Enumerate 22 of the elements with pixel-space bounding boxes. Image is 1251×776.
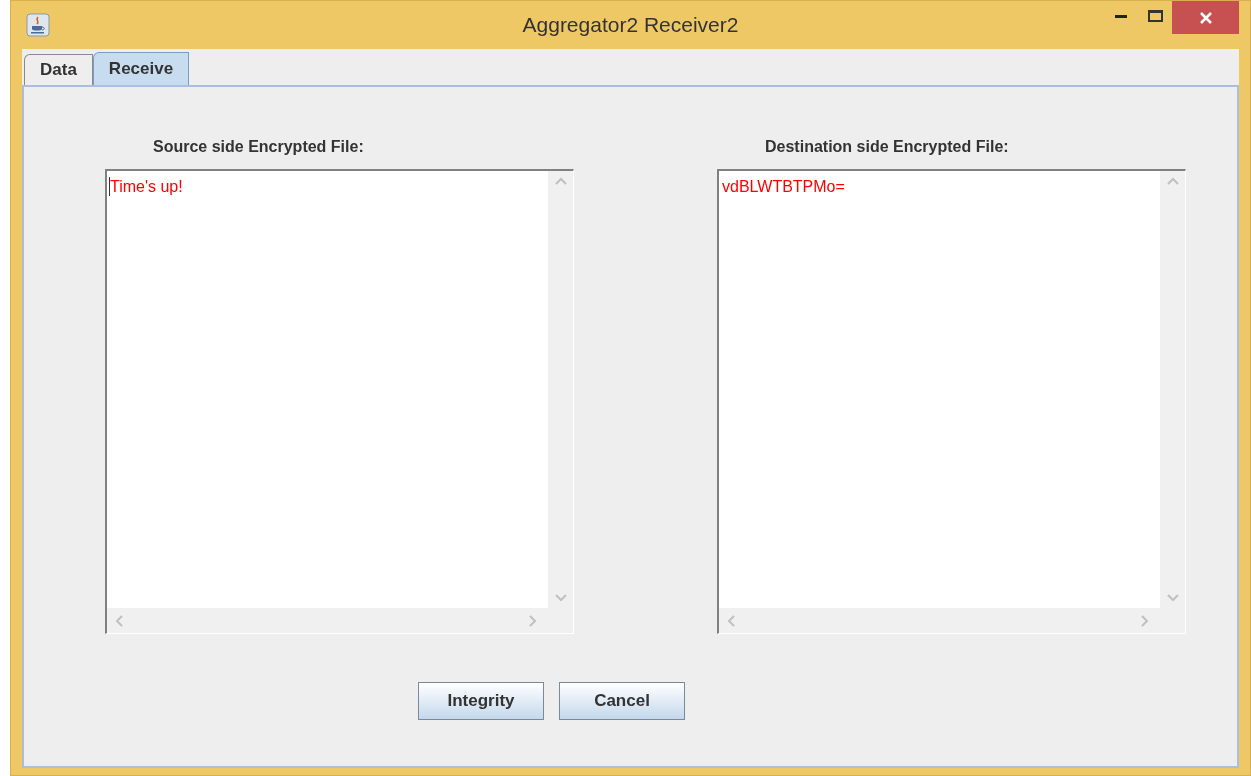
- window-title: Aggregator2 Receiver2: [522, 12, 739, 39]
- scroll-left-icon[interactable]: [115, 614, 123, 627]
- text-content: vdBLWTBTPMo=: [722, 177, 845, 196]
- text-area[interactable]: vdBLWTBTPMo=: [717, 169, 1186, 634]
- scroll-down-icon[interactable]: [1166, 594, 1179, 602]
- scroll-down-icon[interactable]: [554, 594, 567, 602]
- action-button[interactable]: Cancel: [559, 682, 685, 720]
- close-icon: [1199, 11, 1212, 24]
- field-label: Destination side Encrypted File:: [764, 137, 1010, 157]
- close-button[interactable]: [1172, 1, 1239, 34]
- tab[interactable]: Receive: [92, 52, 190, 85]
- text-content: Time's up!: [110, 177, 183, 196]
- field-label: Source side Encrypted File:: [152, 137, 365, 157]
- coffee-cup-icon: [26, 13, 50, 37]
- scroll-right-icon[interactable]: [529, 614, 537, 627]
- scroll-up-icon[interactable]: [554, 177, 567, 185]
- scroll-left-icon[interactable]: [727, 614, 735, 627]
- tab[interactable]: Data: [24, 54, 93, 85]
- action-button[interactable]: Integrity: [418, 682, 544, 720]
- scroll-up-icon[interactable]: [1166, 177, 1179, 185]
- text-area[interactable]: Time's up!: [105, 169, 574, 634]
- scroll-right-icon[interactable]: [1141, 614, 1149, 627]
